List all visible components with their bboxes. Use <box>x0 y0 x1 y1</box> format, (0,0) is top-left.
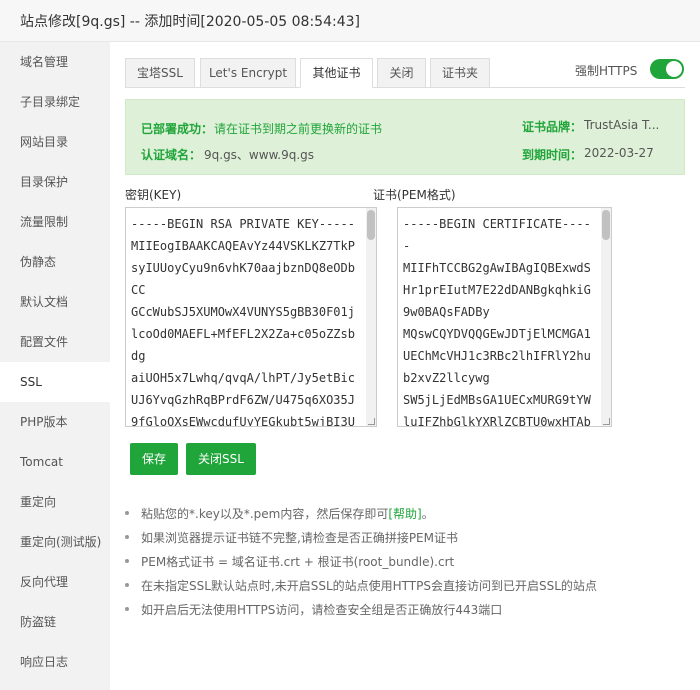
sidebar-item-php[interactable]: PHP版本 <box>0 402 110 442</box>
cert-textarea[interactable]: -----BEGIN CERTIFICATE----- MIIFhTCCBG2g… <box>397 207 612 427</box>
domain-value: 9q.gs、www.9q.gs <box>204 148 315 162</box>
brand-key: 证书品牌： <box>522 120 583 134</box>
force-https-toggle[interactable] <box>650 59 684 79</box>
deploy-status-value: 请在证书到期之前更换新的证书 <box>214 122 383 136</box>
close-ssl-button[interactable]: 关闭SSL <box>186 443 256 475</box>
sidebar-item-site-dir[interactable]: 网站目录 <box>0 122 110 162</box>
bullet-icon <box>125 511 129 515</box>
sidebar-item-dir-protect[interactable]: 目录保护 <box>0 162 110 202</box>
sidebar-item-hotlink[interactable]: 防盗链 <box>0 602 110 642</box>
cert-scroll-thumb[interactable] <box>602 210 610 240</box>
note-text: 在未指定SSL默认站点时,未开启SSL的站点使用HTTPS会直接访问到已开启SS… <box>141 579 597 593</box>
expire-key: 到期时间： <box>522 148 583 162</box>
cert-info-box: 已部署成功： 请在证书到期之前更换新的证书 认证域名： 9q.gs、www.9q… <box>125 99 685 175</box>
tab-close[interactable]: 关闭 <box>377 58 426 88</box>
note-text: 如果浏览器提示证书链不完整,请检查是否正确拼接PEM证书 <box>141 531 458 545</box>
sidebar-item-proxy[interactable]: 反向代理 <box>0 562 110 602</box>
save-button[interactable]: 保存 <box>130 443 179 475</box>
sidebar-item-log[interactable]: 响应日志 <box>0 642 110 682</box>
cert-scrollbar[interactable] <box>601 208 611 426</box>
cert-text: -----BEGIN CERTIFICATE----- MIIFhTCCBG2g… <box>403 217 591 427</box>
sidebar-item-traffic[interactable]: 流量限制 <box>0 202 110 242</box>
help-link[interactable]: [帮助] <box>388 507 421 521</box>
resize-grip-icon[interactable] <box>368 418 375 425</box>
note-suffix: 。 <box>421 507 434 521</box>
sidebar-item-ssl[interactable]: SSL <box>0 362 110 402</box>
deploy-status-key: 已部署成功： <box>141 122 214 136</box>
bullet-icon <box>125 535 129 539</box>
note-text: 如开启后无法使用HTTPS访问，请检查安全组是否正确放行443端口 <box>141 603 503 617</box>
key-label: 密钥(KEY) <box>125 188 182 202</box>
window-title: 站点修改[9q.gs] -- 添加时间[2020-05-05 08:54:43] <box>20 14 360 30</box>
key-text: -----BEGIN RSA PRIVATE KEY----- MIIEogIB… <box>131 217 355 427</box>
sidebar-item-domain[interactable]: 域名管理 <box>0 42 110 82</box>
force-https-label: 强制HTTPS <box>575 64 638 78</box>
sidebar-item-subdir[interactable]: 子目录绑定 <box>0 82 110 122</box>
key-scroll-thumb[interactable] <box>367 210 375 240</box>
tab-bt-ssl[interactable]: 宝塔SSL <box>125 58 195 88</box>
note-text: PEM格式证书 = 域名证书.crt + 根证书(root_bundle).cr… <box>141 555 455 569</box>
tab-lets-encrypt[interactable]: Let's Encrypt <box>200 58 296 88</box>
bullet-icon <box>125 583 129 587</box>
sidebar-item-tomcat[interactable]: Tomcat <box>0 442 110 482</box>
main-panel: 宝塔SSL Let's Encrypt 其他证书 关闭 证书夹 强制HTTPS … <box>110 42 700 690</box>
window-titlebar: 站点修改[9q.gs] -- 添加时间[2020-05-05 08:54:43] <box>0 0 700 42</box>
tab-other-cert[interactable]: 其他证书 <box>300 58 373 88</box>
key-textarea[interactable]: -----BEGIN RSA PRIVATE KEY----- MIIEogIB… <box>125 207 377 427</box>
note-text: 粘贴您的*.key以及*.pem内容，然后保存即可 <box>141 507 389 521</box>
sidebar-item-default-doc[interactable]: 默认文档 <box>0 282 110 322</box>
sidebar: 域名管理 子目录绑定 网站目录 目录保护 流量限制 伪静态 默认文档 配置文件 … <box>0 42 110 690</box>
sidebar-item-redirect[interactable]: 重定向 <box>0 482 110 522</box>
cert-label: 证书(PEM格式) <box>373 188 456 202</box>
domain-key: 认证域名： <box>141 148 202 162</box>
brand-value: TrustAsia T... <box>584 118 660 132</box>
sidebar-item-config[interactable]: 配置文件 <box>0 322 110 362</box>
sidebar-item-redirect-beta[interactable]: 重定向(测试版) <box>0 522 110 562</box>
bullet-icon <box>125 559 129 563</box>
toggle-knob <box>666 61 682 77</box>
expire-value: 2022-03-27 <box>584 146 654 160</box>
key-scrollbar[interactable] <box>366 208 376 426</box>
bullet-icon <box>125 607 129 611</box>
sidebar-item-rewrite[interactable]: 伪静态 <box>0 242 110 282</box>
tab-cert-folder[interactable]: 证书夹 <box>430 58 490 88</box>
resize-grip-icon[interactable] <box>603 418 610 425</box>
